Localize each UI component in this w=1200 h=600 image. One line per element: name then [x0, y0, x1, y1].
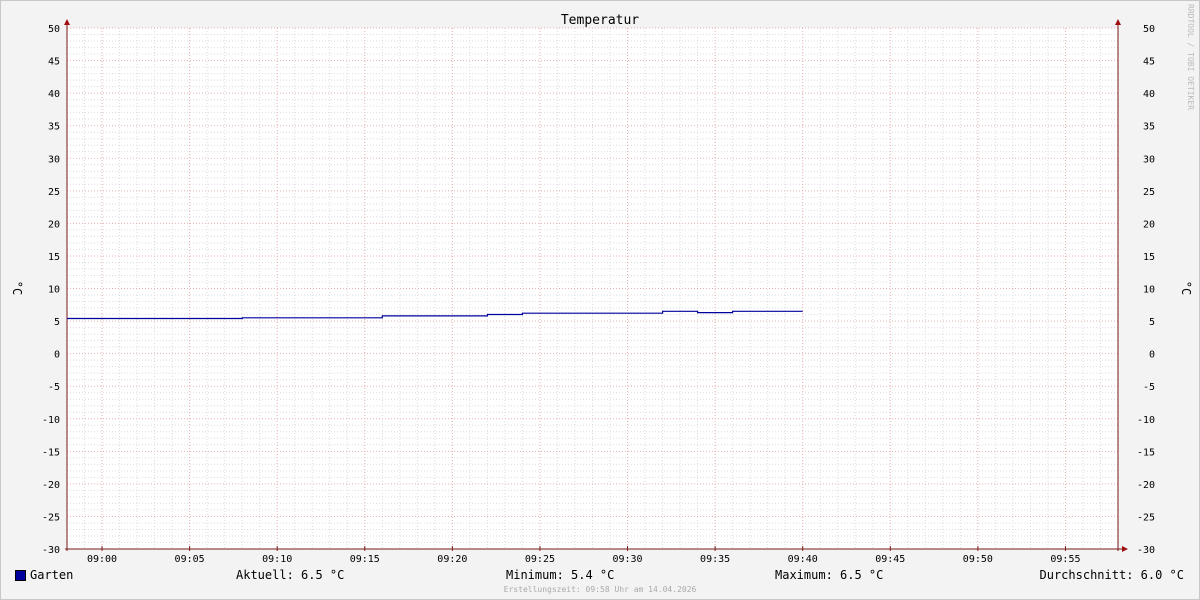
- y-axis-arrow-left: [64, 19, 70, 25]
- y-tick-label-right: 25: [1143, 187, 1155, 198]
- rrdtool-watermark: RRDTOOL / TOBI OETIKER: [1186, 4, 1195, 110]
- legend-series-name: Garten: [30, 568, 74, 582]
- legend-maximum: Maximum: 6.5 °C: [775, 568, 884, 582]
- x-tick-label: 09:55: [1050, 554, 1080, 565]
- legend-average: Durchschnitt: 6.0 °C: [1039, 568, 1185, 582]
- y-tick-label-left: 20: [48, 219, 60, 230]
- x-tick-label: 09:45: [875, 554, 905, 565]
- y-tick-label-right: 30: [1143, 154, 1155, 165]
- y-tick-label-left: 45: [48, 57, 60, 68]
- y-tick-label-right: 50: [1143, 24, 1155, 35]
- legend-swatch-garten: [15, 570, 26, 581]
- y-tick-label-left: -25: [42, 512, 60, 523]
- y-tick-label-right: -10: [1137, 415, 1155, 426]
- temperature-chart: 50 5045 4540 4035 3530 3025 2520 2015 1510 105 50 0…: [10, 13, 1193, 565]
- x-tick-label: 09:00: [87, 554, 117, 565]
- x-tick-label: 09:20: [437, 554, 467, 565]
- y-axis-label-left: °C: [10, 281, 24, 295]
- x-tick-label: 09:15: [350, 554, 380, 565]
- y-tick-label-right: 5: [1149, 317, 1155, 328]
- x-tick-label: 09:35: [700, 554, 730, 565]
- y-tick-label-right: -30: [1137, 545, 1155, 556]
- x-tick-label: 09:30: [612, 554, 642, 565]
- y-tick-label-right: 10: [1143, 285, 1155, 296]
- x-tick-label: 09:25: [525, 554, 555, 565]
- y-tick-label-left: 0: [54, 350, 60, 361]
- y-tick-label-left: 5: [54, 317, 60, 328]
- x-tick-label: 09:40: [788, 554, 818, 565]
- x-axis-arrow: [1122, 546, 1128, 552]
- y-tick-label-right: -5: [1143, 382, 1155, 393]
- y-tick-label-left: 10: [48, 285, 60, 296]
- chart-title: Temperatur: [561, 13, 639, 28]
- y-tick-label-right: 45: [1143, 57, 1155, 68]
- y-tick-label-left: -5: [48, 382, 60, 393]
- legend-minimum: Minimum: 5.4 °C: [506, 568, 615, 582]
- y-tick-label-left: -15: [42, 447, 60, 458]
- y-tick-label-right: 40: [1143, 89, 1155, 100]
- y-tick-label-left: 40: [48, 89, 60, 100]
- y-tick-label-left: -10: [42, 415, 60, 426]
- y-tick-label-left: -20: [42, 480, 60, 491]
- y-tick-label-right: -20: [1137, 480, 1155, 491]
- y-tick-label-left: 25: [48, 187, 60, 198]
- legend-current: Aktuell: 6.5 °C: [236, 568, 345, 582]
- y-axis-label-right: °C: [1179, 281, 1193, 295]
- x-tick-label: 09:50: [963, 554, 993, 565]
- grid: [66, 27, 1119, 550]
- y-tick-label-left: 15: [48, 252, 60, 263]
- y-tick-label-right: 0: [1149, 350, 1155, 361]
- y-tick-label-left: 50: [48, 24, 60, 35]
- x-tick-label: 09:05: [175, 554, 205, 565]
- y-tick-label-right: 20: [1143, 219, 1155, 230]
- x-tick-label: 09:10: [262, 554, 292, 565]
- creation-time-footer: Erstellungszeit: 09:58 Uhr am 14.04.2026: [503, 585, 697, 594]
- y-tick-label-right: 35: [1143, 122, 1155, 133]
- y-tick-label-left: 30: [48, 154, 60, 165]
- y-tick-label-right: -25: [1137, 512, 1155, 523]
- y-tick-label-left: 35: [48, 122, 60, 133]
- y-tick-label-right: 15: [1143, 252, 1155, 263]
- y-tick-label-right: -15: [1137, 447, 1155, 458]
- y-tick-label-left: -30: [42, 545, 60, 556]
- y-axis-arrow-right: [1115, 19, 1121, 25]
